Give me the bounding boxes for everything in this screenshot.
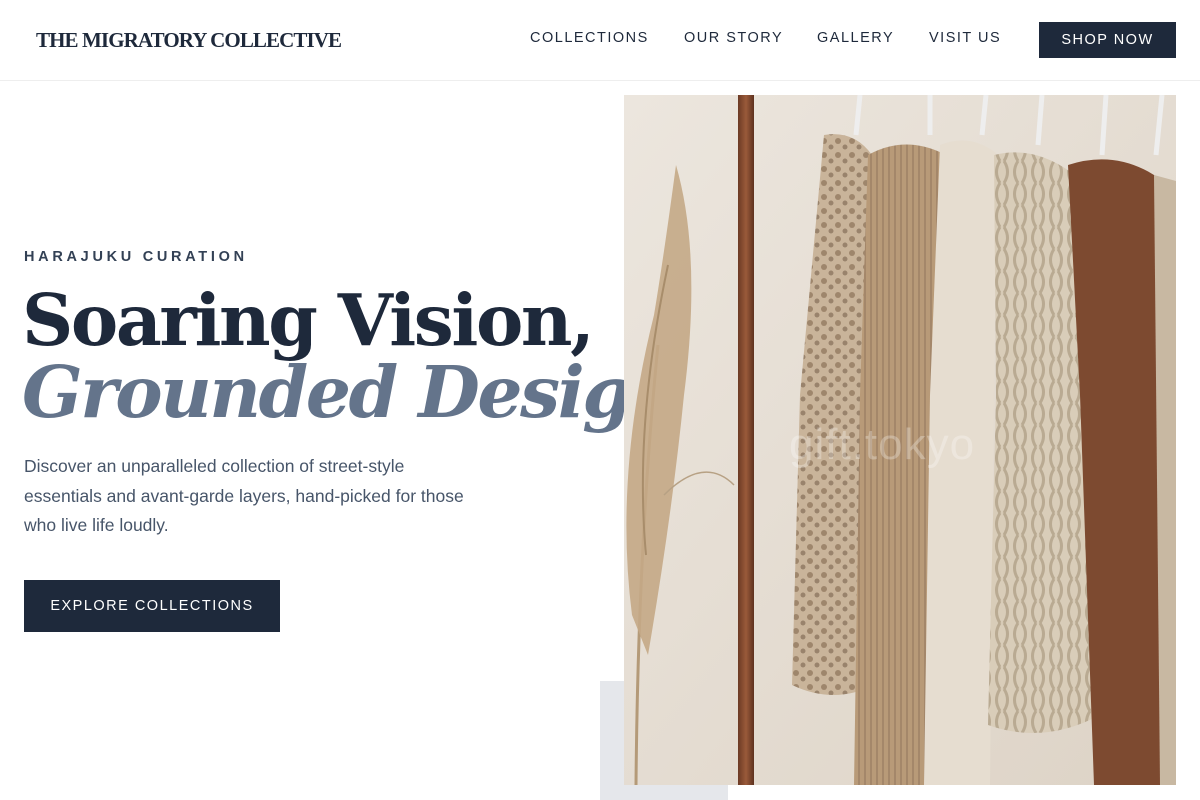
- hero-eyebrow: HARAJUKU CURATION: [24, 249, 248, 265]
- rack-pole: [738, 95, 754, 785]
- nav-link-visit-us[interactable]: VISIT US: [929, 30, 1001, 46]
- shop-now-button[interactable]: SHOP NOW: [1039, 22, 1176, 58]
- hero-description: Discover an unparalleled collection of s…: [24, 456, 464, 535]
- nav-link-gallery[interactable]: GALLERY: [817, 30, 894, 46]
- brand-logo[interactable]: THE MIGRATORY COLLECTIVE: [36, 28, 342, 53]
- headline-line-1: Soaring Vision,: [22, 278, 595, 362]
- hero-image: gift.tokyo: [624, 95, 1176, 785]
- site-header: THE MIGRATORY COLLECTIVE COLLECTIONS OUR…: [0, 0, 1200, 81]
- headline-line-2: Grounded Design.: [22, 350, 703, 434]
- hero-headline: Soaring Vision, Grounded Design.: [22, 278, 703, 434]
- explore-collections-button[interactable]: EXPLORE COLLECTIONS: [24, 580, 280, 632]
- nav-link-our-story[interactable]: OUR STORY: [684, 30, 783, 46]
- nav-link-collections[interactable]: COLLECTIONS: [530, 30, 649, 46]
- image-watermark: gift.tokyo: [789, 420, 976, 469]
